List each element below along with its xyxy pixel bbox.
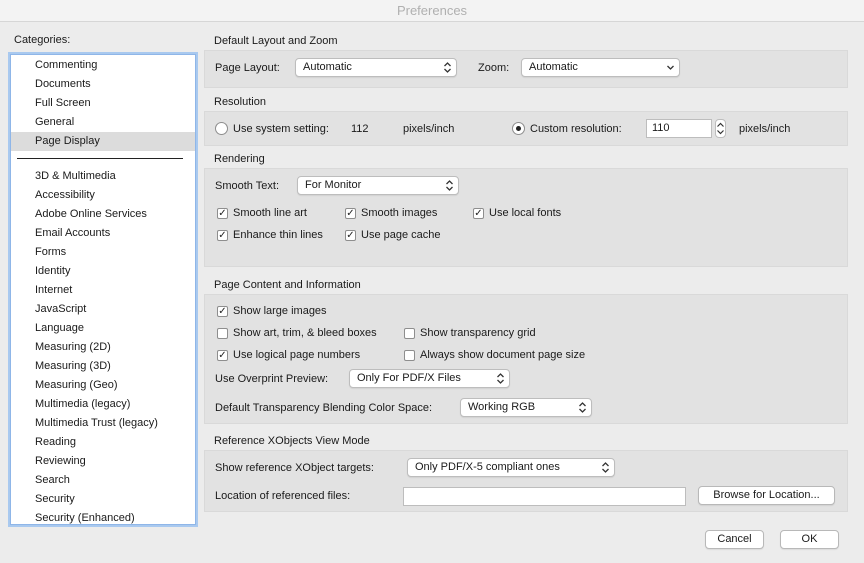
show-large-images-checkbox[interactable]: ✓ <box>217 306 228 317</box>
category-page-display[interactable]: Page Display <box>11 132 195 151</box>
referenced-files-location-label: Location of referenced files: <box>215 490 351 502</box>
category-full-screen[interactable]: Full Screen <box>11 94 195 113</box>
overprint-preview-value: Only For PDF/X Files <box>357 372 461 384</box>
layout-zoom-title: Default Layout and Zoom <box>214 35 338 47</box>
resolution-stepper[interactable] <box>715 119 726 138</box>
blending-color-space-label: Default Transparency Blending Color Spac… <box>215 402 433 414</box>
xobject-targets-value: Only PDF/X-5 compliant ones <box>415 461 560 473</box>
category-documents[interactable]: Documents <box>11 75 195 94</box>
xobject-targets-popup[interactable]: Only PDF/X-5 compliant ones <box>407 458 615 477</box>
show-transparency-grid-label: Show transparency grid <box>420 327 536 339</box>
smooth-text-value: For Monitor <box>305 179 362 191</box>
category-3d-multimedia[interactable]: 3D & Multimedia <box>11 167 195 186</box>
use-local-fonts-checkbox[interactable]: ✓ <box>473 208 484 219</box>
category-search[interactable]: Search <box>11 471 195 490</box>
show-art-trim-label: Show art, trim, & bleed boxes <box>233 327 377 339</box>
show-large-images-label: Show large images <box>233 305 327 317</box>
category-measuring-3d[interactable]: Measuring (3D) <box>11 357 195 376</box>
page-layout-value: Automatic <box>303 61 352 73</box>
always-show-page-size-checkbox[interactable] <box>404 350 415 361</box>
category-multimedia-trust-legacy[interactable]: Multimedia Trust (legacy) <box>11 414 195 433</box>
zoom-label: Zoom: <box>478 62 510 74</box>
category-reviewing[interactable]: Reviewing <box>11 452 195 471</box>
overprint-preview-popup[interactable]: Only For PDF/X Files <box>349 369 510 388</box>
smooth-images-checkbox[interactable]: ✓ <box>345 208 356 219</box>
zoom-value: Automatic <box>529 61 578 73</box>
category-email-accounts[interactable]: Email Accounts <box>11 224 195 243</box>
resolution-panel: Use system setting: 112 pixels/inch Cust… <box>204 111 848 146</box>
page-content-title: Page Content and Information <box>214 279 361 291</box>
system-setting-unit: pixels/inch <box>403 123 455 135</box>
updown-arrows-icon <box>444 62 451 73</box>
updown-arrows-icon <box>579 402 586 413</box>
updown-arrows-icon <box>602 462 609 473</box>
xobjects-panel: Show reference XObject targets: Only PDF… <box>204 450 848 512</box>
use-local-fonts-label: Use local fonts <box>489 207 562 219</box>
category-security-enhanced[interactable]: Security (Enhanced) <box>11 509 195 524</box>
referenced-files-location-input[interactable] <box>403 487 686 506</box>
updown-arrows-icon <box>497 373 504 384</box>
ok-button[interactable]: OK <box>780 530 839 549</box>
use-page-cache-checkbox[interactable]: ✓ <box>345 230 356 241</box>
category-security[interactable]: Security <box>11 490 195 509</box>
always-show-page-size-label: Always show document page size <box>420 349 586 361</box>
page-layout-popup[interactable]: Automatic <box>295 58 457 77</box>
use-logical-page-numbers-checkbox[interactable]: ✓ <box>217 350 228 361</box>
smooth-images-label: Smooth images <box>361 207 438 219</box>
stepper-arrows-icon <box>717 122 724 135</box>
category-internet[interactable]: Internet <box>11 281 195 300</box>
category-separator <box>11 151 195 167</box>
page-content-panel: ✓ Show large images Show art, trim, & bl… <box>204 294 848 424</box>
blending-color-space-popup[interactable]: Working RGB <box>460 398 592 417</box>
rendering-title: Rendering <box>214 153 265 165</box>
blending-color-space-value: Working RGB <box>468 401 536 413</box>
show-transparency-grid-checkbox[interactable] <box>404 328 415 339</box>
page-layout-label: Page Layout: <box>215 62 280 74</box>
browse-for-location-button[interactable]: Browse for Location... <box>698 486 835 505</box>
overprint-preview-label: Use Overprint Preview: <box>215 373 329 385</box>
system-setting-radio[interactable] <box>215 122 228 135</box>
chevron-down-icon <box>667 65 674 70</box>
category-reading[interactable]: Reading <box>11 433 195 452</box>
smooth-line-art-label: Smooth line art <box>233 207 307 219</box>
xobject-targets-label: Show reference XObject targets: <box>215 462 374 474</box>
xobjects-title: Reference XObjects View Mode <box>214 435 370 447</box>
enhance-thin-lines-checkbox[interactable]: ✓ <box>217 230 228 241</box>
category-commenting[interactable]: Commenting <box>11 56 195 75</box>
show-art-trim-checkbox[interactable] <box>217 328 228 339</box>
category-measuring-geo[interactable]: Measuring (Geo) <box>11 376 195 395</box>
category-javascript[interactable]: JavaScript <box>11 300 195 319</box>
system-setting-label: Use system setting: <box>233 123 329 135</box>
layout-zoom-panel: Page Layout: Automatic Zoom: Automatic <box>204 50 848 88</box>
category-identity[interactable]: Identity <box>11 262 195 281</box>
category-adobe-online-services[interactable]: Adobe Online Services <box>11 205 195 224</box>
custom-resolution-radio[interactable] <box>512 122 525 135</box>
custom-resolution-unit: pixels/inch <box>739 123 791 135</box>
rendering-panel: Smooth Text: For Monitor ✓ Smooth line a… <box>204 168 848 267</box>
category-multimedia-legacy[interactable]: Multimedia (legacy) <box>11 395 195 414</box>
category-language[interactable]: Language <box>11 319 195 338</box>
categories-label: Categories: <box>14 34 71 46</box>
use-logical-page-numbers-label: Use logical page numbers <box>233 349 361 361</box>
category-accessibility[interactable]: Accessibility <box>11 186 195 205</box>
zoom-combo[interactable]: Automatic <box>521 58 680 77</box>
cancel-button[interactable]: Cancel <box>705 530 764 549</box>
custom-resolution-input[interactable]: 110 <box>646 119 712 138</box>
category-forms[interactable]: Forms <box>11 243 195 262</box>
enhance-thin-lines-label: Enhance thin lines <box>233 229 323 241</box>
category-measuring-2d[interactable]: Measuring (2D) <box>11 338 195 357</box>
custom-resolution-label: Custom resolution: <box>530 123 622 135</box>
smooth-text-label: Smooth Text: <box>215 180 279 192</box>
smooth-text-popup[interactable]: For Monitor <box>297 176 459 195</box>
categories-list[interactable]: Commenting Documents Full Screen General… <box>10 54 196 525</box>
system-setting-value: 112 <box>351 123 369 135</box>
smooth-line-art-checkbox[interactable]: ✓ <box>217 208 228 219</box>
resolution-title: Resolution <box>214 96 266 108</box>
category-general[interactable]: General <box>11 113 195 132</box>
window-title: Preferences <box>0 0 864 22</box>
updown-arrows-icon <box>446 180 453 191</box>
use-page-cache-label: Use page cache <box>361 229 441 241</box>
